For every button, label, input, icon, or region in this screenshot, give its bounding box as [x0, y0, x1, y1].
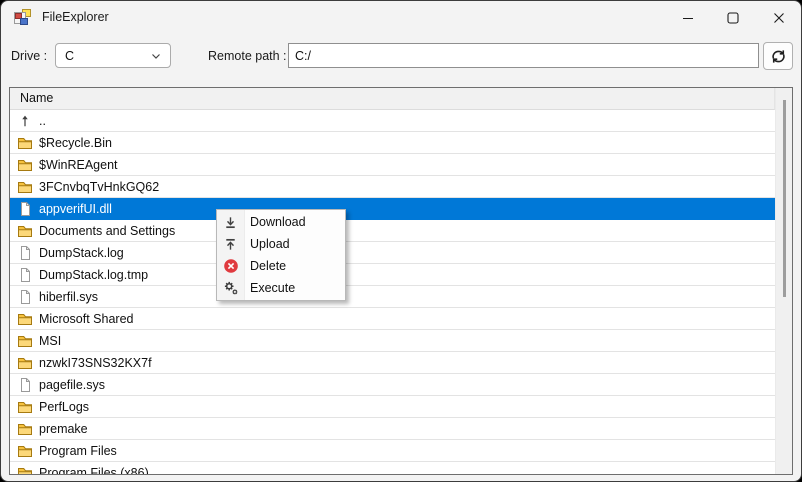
- file-name: $Recycle.Bin: [39, 136, 112, 150]
- file-row[interactable]: MSI: [10, 330, 775, 352]
- column-header-name[interactable]: Name: [10, 88, 775, 110]
- upload-icon: [217, 237, 244, 252]
- file-name: nzwkI73SNS32KX7f: [39, 356, 152, 370]
- folder-icon: [17, 465, 33, 475]
- file-icon: [17, 245, 33, 261]
- file-name: ..: [39, 114, 46, 128]
- execute-icon: [217, 280, 244, 296]
- window-title: FileExplorer: [42, 10, 109, 24]
- app-icon: [14, 9, 32, 26]
- folder-icon: [17, 179, 33, 195]
- file-row[interactable]: appverifUI.dll: [10, 198, 775, 220]
- file-name: Microsoft Shared: [39, 312, 133, 326]
- file-name: DumpStack.log.tmp: [39, 268, 148, 282]
- vertical-scrollbar[interactable]: [775, 88, 792, 474]
- file-icon: [17, 201, 33, 217]
- remote-path-label: Remote path :: [208, 49, 287, 63]
- file-icon: [17, 267, 33, 283]
- folder-icon: [17, 223, 33, 239]
- folder-icon: [17, 135, 33, 151]
- file-row[interactable]: ..: [10, 110, 775, 132]
- file-list-rows: .. $Recycle.Bin $WinREAgent 3FCnvbqTvHnkGQ6…: [10, 110, 775, 474]
- file-list: Name .. $Recycle.Bin $WinREAgent 3FCnvbqTvH…: [9, 87, 793, 475]
- file-icon: [17, 377, 33, 393]
- file-row[interactable]: Program Files: [10, 440, 775, 462]
- refresh-icon: [770, 48, 787, 65]
- app-icon-blue-square: [20, 18, 28, 25]
- minimize-icon: [682, 12, 694, 24]
- file-name: appverifUI.dll: [39, 202, 112, 216]
- file-row[interactable]: Program Files (x86): [10, 462, 775, 474]
- context-menu-item-upload[interactable]: Upload: [217, 233, 345, 255]
- file-name: MSI: [39, 334, 61, 348]
- file-icon: [17, 289, 33, 305]
- file-name: Documents and Settings: [39, 224, 175, 238]
- maximize-button[interactable]: [710, 1, 756, 35]
- file-name: DumpStack.log: [39, 246, 124, 260]
- file-name: Program Files: [39, 444, 117, 458]
- file-row[interactable]: Microsoft Shared: [10, 308, 775, 330]
- file-row[interactable]: DumpStack.log: [10, 242, 775, 264]
- folder-icon: [17, 421, 33, 437]
- maximize-icon: [727, 12, 739, 24]
- chevron-down-icon: [150, 50, 170, 62]
- download-icon: [217, 215, 244, 230]
- file-row[interactable]: PerfLogs: [10, 396, 775, 418]
- remote-path-input[interactable]: [288, 43, 759, 68]
- file-row[interactable]: nzwkI73SNS32KX7f: [10, 352, 775, 374]
- scrollbar-thumb[interactable]: [783, 100, 786, 297]
- minimize-button[interactable]: [665, 1, 711, 35]
- file-row[interactable]: pagefile.sys: [10, 374, 775, 396]
- delete-icon: [217, 258, 244, 274]
- file-row[interactable]: premake: [10, 418, 775, 440]
- file-row[interactable]: DumpStack.log.tmp: [10, 264, 775, 286]
- file-name: pagefile.sys: [39, 378, 105, 392]
- app-window: FileExplorer Drive : C Remote path : Nam…: [0, 0, 802, 482]
- drive-label: Drive :: [11, 49, 47, 63]
- file-name: hiberfil.sys: [39, 290, 98, 304]
- file-row[interactable]: $WinREAgent: [10, 154, 775, 176]
- file-name: PerfLogs: [39, 400, 89, 414]
- refresh-button[interactable]: [763, 42, 793, 70]
- folder-icon: [17, 311, 33, 327]
- context-menu-item-download[interactable]: Download: [217, 211, 345, 233]
- context-menu-item-execute[interactable]: Execute: [217, 277, 345, 299]
- file-row[interactable]: 3FCnvbqTvHnkGQ62: [10, 176, 775, 198]
- file-row[interactable]: $Recycle.Bin: [10, 132, 775, 154]
- folder-icon: [17, 157, 33, 173]
- context-menu: DownloadUploadDeleteExecute: [216, 209, 346, 301]
- folder-icon: [17, 355, 33, 371]
- folder-icon: [17, 443, 33, 459]
- file-name: premake: [39, 422, 88, 436]
- up-icon: [17, 113, 33, 129]
- folder-icon: [17, 399, 33, 415]
- file-row[interactable]: Documents and Settings: [10, 220, 775, 242]
- file-name: Program Files (x86): [39, 466, 149, 475]
- drive-selected-value: C: [56, 49, 150, 63]
- context-menu-item-delete[interactable]: Delete: [217, 255, 345, 277]
- file-name: $WinREAgent: [39, 158, 118, 172]
- file-row[interactable]: hiberfil.sys: [10, 286, 775, 308]
- folder-icon: [17, 333, 33, 349]
- file-name: 3FCnvbqTvHnkGQ62: [39, 180, 159, 194]
- title-bar: FileExplorer: [1, 1, 801, 35]
- close-icon: [773, 12, 785, 24]
- close-button[interactable]: [756, 1, 802, 35]
- drive-select[interactable]: C: [55, 43, 171, 68]
